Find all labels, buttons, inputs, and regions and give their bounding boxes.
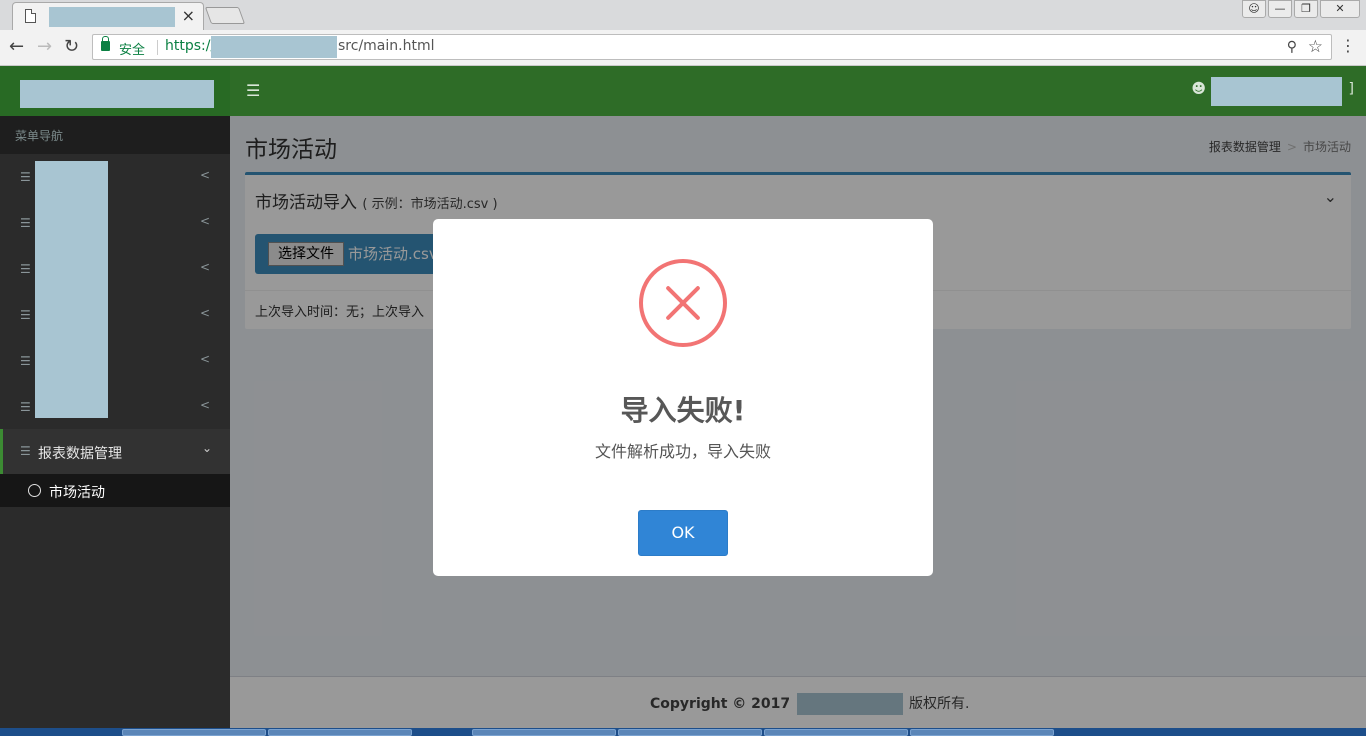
layers-icon: ☰ [20, 170, 31, 184]
layers-icon: ☰ [20, 308, 31, 322]
menu-header: 菜单导航 [0, 116, 230, 154]
taskbar-item[interactable] [618, 729, 762, 736]
restore-icon[interactable]: ❐ [1294, 0, 1318, 18]
profile-icon[interactable]: ☺ [1242, 0, 1266, 18]
key-icon[interactable]: ⚲ [1287, 39, 1297, 55]
taskbar-item[interactable] [122, 729, 266, 736]
dialog-title: 导入失败! [620, 394, 746, 427]
chevron-left-icon: < [199, 168, 210, 182]
new-tab-button[interactable] [204, 7, 246, 24]
user-name-redacted[interactable] [1211, 77, 1342, 106]
ok-button[interactable]: OK [638, 510, 728, 556]
error-x-icon [639, 259, 727, 347]
chevron-left-icon: < [199, 398, 210, 412]
user-icon: ☻ [1191, 81, 1206, 97]
layers-icon: ☰ [20, 262, 31, 276]
sidebar-labels-redacted [35, 161, 108, 418]
user-bracket: ] [1348, 81, 1354, 97]
chevron-left-icon: < [199, 214, 210, 228]
browser-tab[interactable]: × [12, 2, 204, 30]
lock-icon [101, 36, 110, 51]
url-path: src/main.html [338, 38, 435, 54]
taskbar-item[interactable] [472, 729, 616, 736]
minimize-icon[interactable]: — [1268, 0, 1292, 18]
layers-icon: ☰ [20, 444, 31, 458]
sidebar-item-label: 报表数据管理 [38, 446, 122, 462]
layers-icon: ☰ [20, 354, 31, 368]
chevron-left-icon: < [199, 352, 210, 366]
logo-area [0, 66, 230, 116]
layers-icon: ☰ [20, 400, 31, 414]
top-navbar: ☰ ☻ ] [230, 66, 1366, 116]
reload-icon[interactable]: ↻ [64, 36, 79, 58]
back-icon[interactable]: ← [9, 36, 24, 58]
error-dialog: 导入失败! 文件解析成功，导入失败 OK [433, 219, 933, 576]
sidebar-subitem-market-activity[interactable]: 市场活动 [0, 474, 230, 507]
sidebar-subitem-label: 市场活动 [49, 485, 105, 501]
secure-label: 安全 [119, 43, 146, 58]
chevron-left-icon: < [199, 260, 210, 274]
sidebar-item-report-data[interactable]: ☰ 报表数据管理 ⌄ [0, 429, 230, 474]
taskbar-item[interactable] [910, 729, 1054, 736]
layers-icon: ☰ [20, 216, 31, 230]
document-icon [25, 9, 36, 23]
os-taskbar [0, 728, 1366, 736]
address-bar[interactable]: 安全 https:// src/main.html ⚲ ☆ [92, 34, 1332, 60]
browser-tab-bar: × ☺ — ❐ ✕ [0, 0, 1366, 30]
sidebar: 菜单导航 ☰ < ☰ < ☰ < ☰ < ☰ < ☰ < ☰ 报表数据管理 ⌄ … [0, 66, 230, 728]
circle-icon [28, 484, 41, 497]
hamburger-icon[interactable]: ☰ [246, 81, 260, 100]
taskbar-item[interactable] [268, 729, 412, 736]
url-scheme: https:// [165, 38, 216, 54]
bookmark-star-icon[interactable]: ☆ [1308, 37, 1323, 57]
url-host-redacted [211, 36, 337, 58]
logo-redacted[interactable] [20, 80, 214, 108]
taskbar-item[interactable] [764, 729, 908, 736]
url-separator [157, 40, 158, 55]
tab-title-redacted [49, 7, 175, 27]
browser-menu-icon[interactable]: ⋮ [1340, 38, 1356, 54]
chevron-down-icon: ⌄ [201, 441, 212, 455]
dialog-message: 文件解析成功，导入失败 [594, 442, 771, 461]
chevron-left-icon: < [199, 306, 210, 320]
browser-toolbar: ← → ↻ 安全 https:// src/main.html ⚲ ☆ ⋮ [0, 30, 1366, 66]
close-window-icon[interactable]: ✕ [1320, 0, 1360, 18]
window-controls: ☺ — ❐ ✕ [1242, 0, 1360, 18]
tab-close-icon[interactable]: × [182, 6, 195, 26]
forward-icon[interactable]: → [37, 36, 52, 58]
